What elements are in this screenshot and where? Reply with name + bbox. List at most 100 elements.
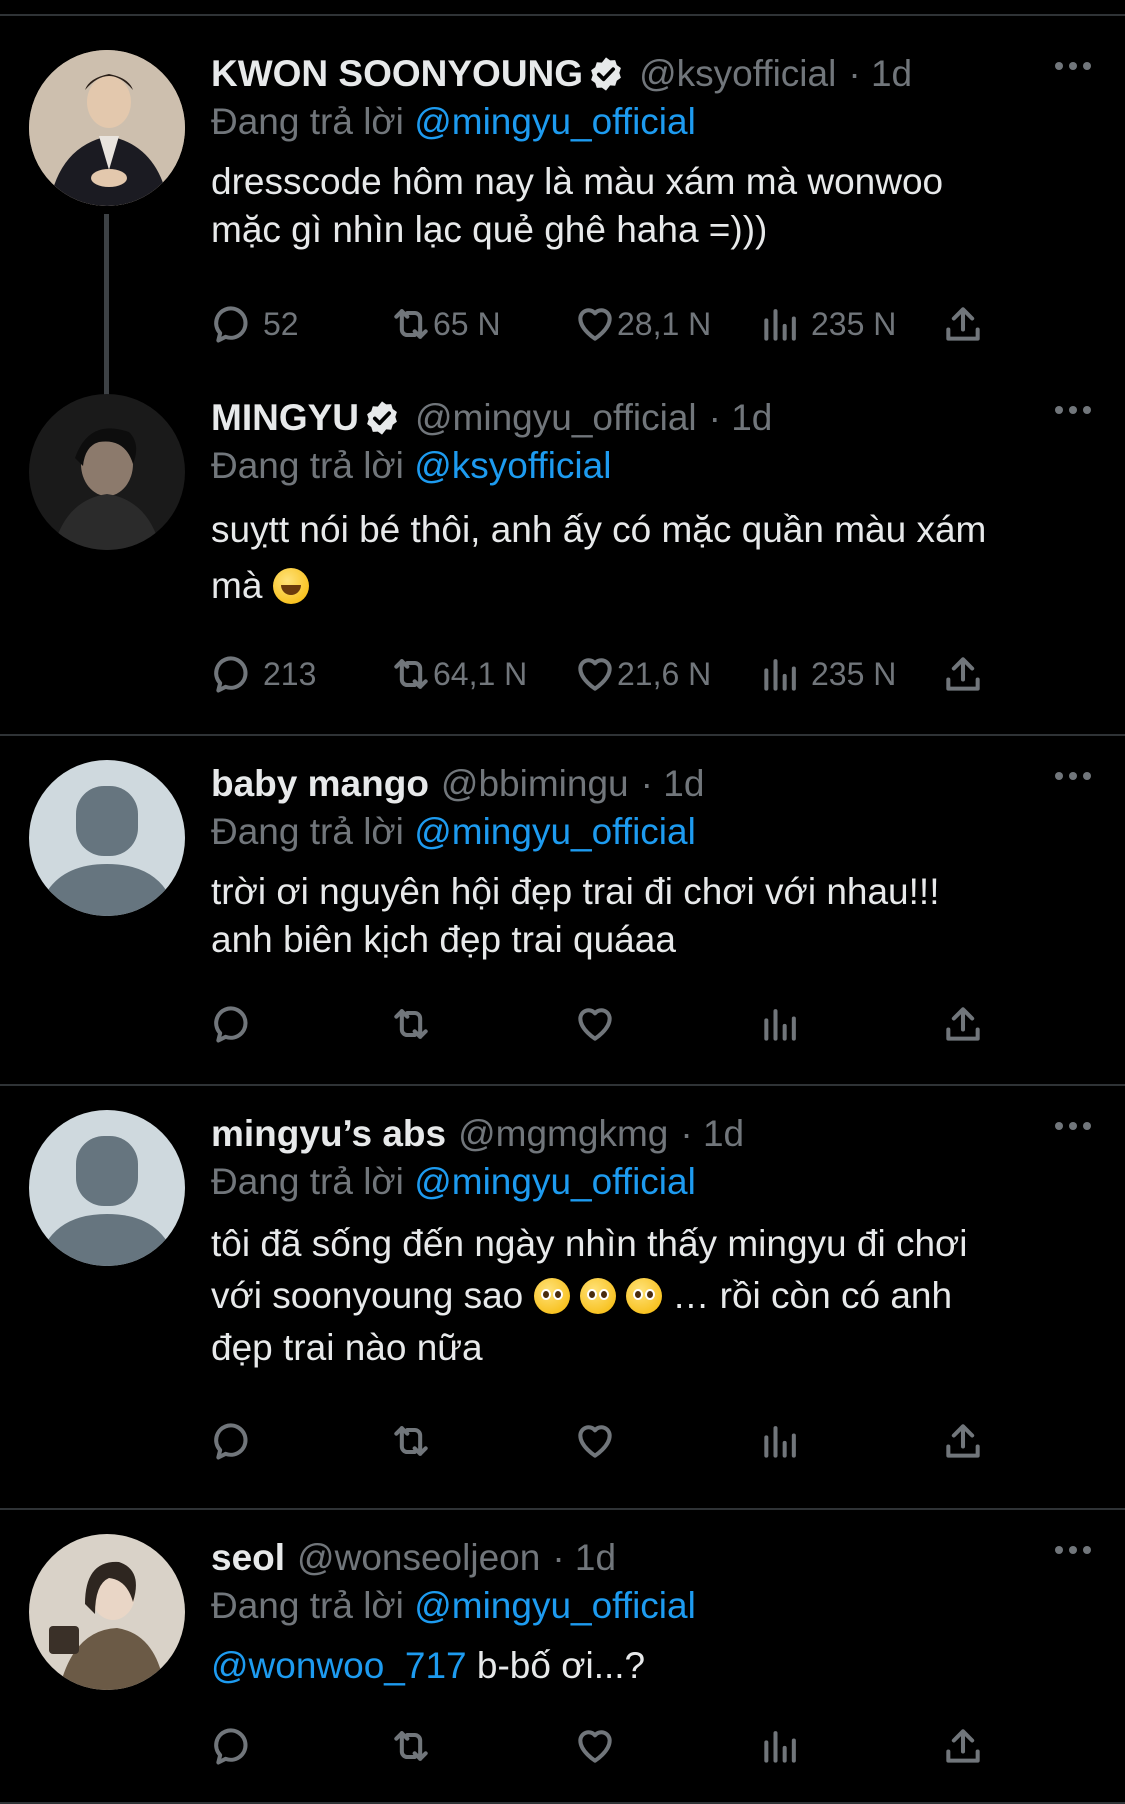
timestamp[interactable]: · 1d — [709, 394, 773, 442]
reply-icon — [214, 1006, 248, 1043]
share-button[interactable] — [941, 1002, 985, 1046]
like-count: 21,6 N — [617, 655, 712, 692]
tweet-text: dresscode hôm nay là màu xám mà wonwoo m… — [211, 161, 944, 250]
avatar[interactable] — [29, 394, 185, 550]
tweet-mingyu-official[interactable]: MINGYU @mingyu_official · 1d Đang trả lờ… — [0, 394, 1125, 736]
heart-icon — [578, 1730, 612, 1763]
tweet-bbimingu[interactable]: baby mango @bbimingu · 1d Đang trả lời @… — [0, 736, 1125, 1086]
tweet-text: suỵtt nói bé thôi, anh ấy có mặc quần mà… — [211, 502, 1091, 614]
analytics-icon — [764, 309, 796, 341]
reply-context: Đang trả lời @mingyu_official — [211, 808, 1091, 856]
tweet-text: @wonwoo_717 b-bố ơi...? — [211, 1642, 1091, 1690]
retweet-button[interactable]: 64,1 N — [389, 652, 573, 696]
timestamp[interactable]: · 1d — [641, 760, 705, 808]
analytics-icon — [764, 1731, 796, 1763]
reply-mention[interactable]: @mingyu_official — [414, 101, 696, 142]
display-name[interactable]: MINGYU — [211, 394, 359, 442]
display-name[interactable]: KWON SOONYOUNG — [211, 50, 583, 98]
more-options-icon[interactable] — [1055, 1122, 1091, 1130]
reply-prefix: Đang trả lời — [211, 445, 404, 486]
like-button[interactable]: 28,1 N — [573, 302, 759, 346]
timestamp[interactable]: · 1d — [848, 50, 912, 98]
views-button[interactable] — [759, 1002, 941, 1046]
reply-button[interactable] — [211, 1724, 389, 1768]
retweet-icon — [394, 1731, 428, 1761]
retweet-icon — [394, 1426, 428, 1456]
handle[interactable]: @mgmgkmg — [458, 1110, 668, 1158]
reply-mention[interactable]: @mingyu_official — [414, 811, 696, 852]
reply-context: Đang trả lời @mingyu_official — [211, 1582, 1091, 1630]
laughing-face-icon — [272, 568, 309, 604]
handle[interactable]: @mingyu_official — [415, 394, 697, 442]
reply-icon — [214, 306, 248, 343]
share-icon — [946, 1007, 980, 1041]
retweet-count: 65 N — [433, 305, 501, 342]
like-button[interactable] — [573, 1419, 759, 1463]
views-button[interactable]: 235 N — [759, 652, 941, 696]
like-button[interactable]: 21,6 N — [573, 652, 759, 696]
more-options-icon[interactable] — [1055, 62, 1091, 70]
reply-button[interactable]: 52 — [211, 302, 389, 346]
retweet-button[interactable]: 65 N — [389, 302, 573, 346]
retweet-button[interactable] — [389, 1419, 573, 1463]
retweet-button[interactable] — [389, 1002, 573, 1046]
reply-mention[interactable]: @ksyofficial — [414, 445, 611, 486]
views-button[interactable] — [759, 1419, 941, 1463]
handle[interactable]: @wonseoljeon — [297, 1534, 540, 1582]
views-count: 235 N — [811, 655, 897, 692]
tweet-mention[interactable]: @wonwoo_717 — [211, 1645, 467, 1686]
share-icon — [946, 657, 980, 691]
tweet-text: tôi đã sống đến ngày nhìn thấy mingyu đi… — [211, 1218, 1091, 1374]
analytics-icon — [764, 1009, 796, 1041]
tweet-ksyofficial[interactable]: KWON SOONYOUNG @ksyofficial · 1d Đang tr… — [0, 16, 1125, 406]
more-options-icon[interactable] — [1055, 772, 1091, 780]
reply-icon — [214, 1728, 248, 1765]
share-icon — [946, 307, 980, 341]
handle[interactable]: @ksyofficial — [639, 50, 836, 98]
action-bar — [211, 1374, 1091, 1508]
handle[interactable]: @bbimingu — [441, 760, 629, 808]
reply-mention[interactable]: @mingyu_official — [414, 1161, 696, 1202]
share-button[interactable] — [941, 652, 985, 696]
analytics-icon — [764, 1426, 796, 1458]
views-count: 235 N — [811, 305, 897, 342]
more-options-icon[interactable] — [1055, 406, 1091, 414]
reply-context: Đang trả lời @ksyofficial — [211, 442, 1091, 490]
retweet-icon — [394, 309, 428, 339]
thread-connector — [104, 214, 109, 406]
reply-context: Đang trả lời @mingyu_official — [211, 1158, 1091, 1206]
more-options-icon[interactable] — [1055, 1546, 1091, 1554]
display-name[interactable]: mingyu’s abs — [211, 1110, 446, 1158]
reply-count: 52 — [263, 305, 299, 342]
retweet-button[interactable] — [389, 1724, 573, 1768]
share-button[interactable] — [941, 1724, 985, 1768]
like-count: 28,1 N — [617, 305, 712, 342]
views-button[interactable]: 235 N — [759, 302, 941, 346]
default-avatar-icon[interactable] — [29, 760, 185, 916]
views-button[interactable] — [759, 1724, 941, 1768]
avatar[interactable] — [29, 1534, 185, 1690]
display-name[interactable]: baby mango — [211, 760, 429, 808]
display-name[interactable]: seol — [211, 1534, 285, 1582]
heart-icon — [578, 1425, 612, 1458]
like-button[interactable] — [573, 1002, 759, 1046]
tweet-wonseoljeon[interactable]: seol @wonseoljeon · 1d Đang trả lời @min… — [0, 1510, 1125, 1804]
pleading-face-icon — [579, 1278, 616, 1314]
reply-mention[interactable]: @mingyu_official — [414, 1585, 696, 1626]
retweet-icon — [394, 659, 428, 689]
avatar[interactable] — [29, 50, 185, 206]
reply-button[interactable]: 213 — [211, 652, 389, 696]
top-divider — [0, 0, 1125, 16]
share-icon — [946, 1424, 980, 1458]
reply-button[interactable] — [211, 1419, 389, 1463]
share-button[interactable] — [941, 1419, 985, 1463]
timestamp[interactable]: · 1d — [552, 1534, 616, 1582]
default-avatar-icon[interactable] — [29, 1110, 185, 1266]
reply-button[interactable] — [211, 1002, 389, 1046]
heart-icon — [578, 1008, 612, 1041]
like-button[interactable] — [573, 1724, 759, 1768]
timestamp[interactable]: · 1d — [680, 1110, 744, 1158]
tweet-mgmgkmg[interactable]: mingyu’s abs @mgmgkmg · 1d Đang trả lời … — [0, 1086, 1125, 1510]
verified-badge-icon — [367, 401, 397, 435]
share-button[interactable] — [941, 302, 985, 346]
